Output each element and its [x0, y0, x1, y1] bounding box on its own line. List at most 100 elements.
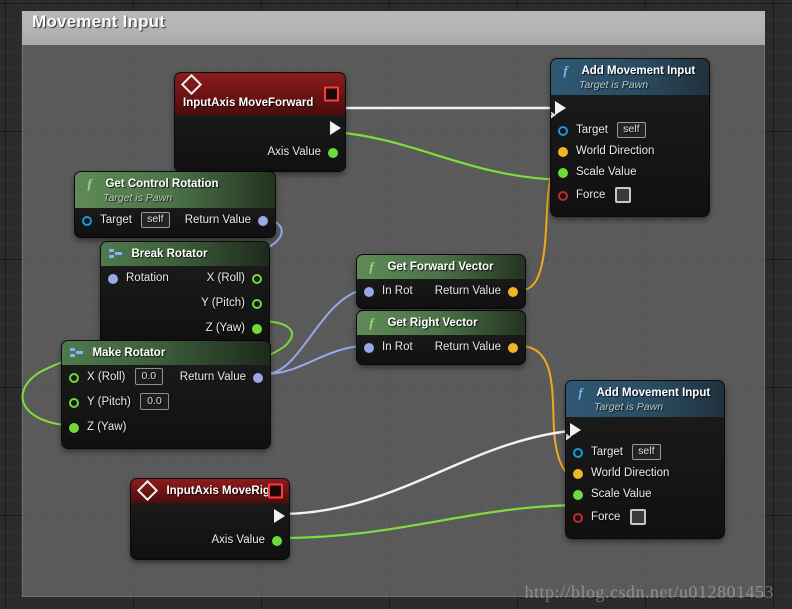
axis-value-out-pin-icon[interactable] [272, 535, 282, 546]
node-title: Get Control Rotation [105, 177, 219, 190]
pin-row-exec-out[interactable] [131, 503, 289, 528]
node-input-axis-move-right[interactable]: InputAxis MoveRight Axis Value [131, 479, 289, 559]
node-subtitle: Target is Pawn [579, 79, 649, 91]
x-roll-value-field[interactable]: 0.0 [134, 368, 164, 386]
node-input-axis-move-forward[interactable]: InputAxis MoveForward Axis Value [175, 73, 345, 171]
z-yaw-in-pin-icon[interactable] [69, 422, 79, 433]
return-value-out-pin-icon[interactable] [253, 372, 263, 383]
pin-row-exec[interactable] [551, 95, 709, 120]
return-value-out-pin-icon[interactable] [508, 342, 518, 353]
node-get-forward-vector[interactable]: f Get Forward Vector In Rot Return Value [357, 255, 525, 308]
node-title: Add Movement Input [596, 386, 711, 399]
pin-row-target[interactable]: Target self [566, 442, 724, 463]
pin-row-zyaw[interactable]: Z (Yaw) [101, 316, 269, 341]
node-body: Target self World Direction Scale Value … [566, 417, 724, 538]
node-add-movement-input-top[interactable]: f Add Movement Input Target is Pawn Targ… [551, 59, 709, 216]
force-in-pin-icon[interactable] [558, 190, 568, 201]
node-header[interactable]: f Get Control Rotation Target is Pawn [75, 172, 275, 208]
pin-row-ypitch[interactable]: Y (Pitch) 0.0 [62, 390, 270, 415]
z-yaw-out-pin-icon[interactable] [252, 323, 262, 334]
exec-out-pin-icon[interactable] [330, 120, 341, 135]
pin-row-world-direction[interactable]: World Direction [566, 463, 724, 484]
node-header[interactable]: Make Rotator [62, 341, 270, 365]
pin-row-scale-value[interactable]: Scale Value [566, 484, 724, 505]
pin-row-rotation-xroll[interactable]: Rotation X (Roll) [101, 266, 269, 291]
event-stop-icon[interactable] [268, 483, 283, 499]
pin-row-target-return[interactable]: Target self Return Value [75, 208, 275, 233]
pin-row-force[interactable]: Force [566, 505, 724, 530]
node-title: InputAxis MoveRight [166, 484, 281, 497]
pin-row-scale-value[interactable]: Scale Value [551, 162, 709, 183]
comment-title: Movement Input [32, 12, 166, 31]
pin-label-target: Target [576, 124, 608, 136]
pin-row-inrot-return[interactable]: In Rot Return Value [357, 335, 525, 360]
target-self-value[interactable]: self [632, 443, 661, 460]
x-roll-out-pin-icon[interactable] [252, 273, 262, 284]
event-stop-icon[interactable] [324, 86, 339, 102]
exec-in-pin-icon[interactable] [570, 422, 581, 437]
node-add-movement-input-bottom[interactable]: f Add Movement Input Target is Pawn Targ… [566, 381, 724, 538]
pin-row-inrot-return[interactable]: In Rot Return Value [357, 279, 525, 304]
return-value-out-pin-icon[interactable] [258, 215, 268, 226]
pin-row-exec[interactable] [566, 417, 724, 442]
blueprint-graph-canvas[interactable]: Movement Input InputAxis MoveForward Axi… [0, 0, 792, 609]
node-title: Add Movement Input [581, 64, 696, 77]
node-header[interactable]: InputAxis MoveForward [175, 73, 345, 115]
pin-label-return-value: Return Value [184, 214, 251, 226]
target-self-value[interactable]: self [141, 211, 170, 228]
pin-row-axis-value[interactable]: Axis Value [175, 140, 345, 165]
world-direction-in-pin-icon[interactable] [558, 146, 568, 157]
exec-in-pin-icon[interactable] [555, 100, 566, 115]
node-header[interactable]: f Get Right Vector [357, 311, 525, 335]
node-get-control-rotation[interactable]: f Get Control Rotation Target is Pawn Ta… [75, 172, 275, 237]
return-value-out-pin-icon[interactable] [508, 286, 518, 297]
pin-label-x-roll: X (Roll) [87, 371, 126, 383]
node-header[interactable]: InputAxis MoveRight [131, 479, 289, 503]
scale-value-in-pin-icon[interactable] [558, 167, 568, 178]
node-make-rotator[interactable]: Make Rotator X (Roll) 0.0 Return Value Y… [62, 341, 270, 448]
in-rot-in-pin-icon[interactable] [364, 286, 374, 297]
pin-row-target[interactable]: Target self [551, 120, 709, 141]
node-title: Get Right Vector [387, 316, 478, 329]
comment-title-bar[interactable]: Movement Input [22, 11, 765, 45]
exec-out-pin-icon[interactable] [274, 508, 285, 523]
node-header[interactable]: f Get Forward Vector [357, 255, 525, 279]
force-checkbox[interactable] [629, 508, 646, 525]
in-rot-in-pin-icon[interactable] [364, 342, 374, 353]
target-in-pin-icon[interactable] [82, 215, 92, 226]
node-get-right-vector[interactable]: f Get Right Vector In Rot Return Value [357, 311, 525, 364]
pin-row-xroll-return[interactable]: X (Roll) 0.0 Return Value [62, 365, 270, 390]
target-in-pin-icon[interactable] [573, 447, 583, 458]
y-pitch-in-pin-icon[interactable] [69, 397, 79, 408]
node-header[interactable]: f Add Movement Input Target is Pawn [566, 381, 724, 417]
pin-row-zyaw[interactable]: Z (Yaw) [62, 415, 270, 440]
pin-label-return-value: Return Value [179, 371, 246, 383]
rotation-in-pin-icon[interactable] [108, 273, 118, 284]
node-padding [75, 233, 275, 237]
node-padding [357, 304, 525, 308]
node-padding [566, 530, 724, 538]
pin-row-exec-out[interactable] [175, 115, 345, 140]
pin-label-z-yaw: Z (Yaw) [87, 421, 127, 433]
world-direction-in-pin-icon[interactable] [573, 468, 583, 479]
node-body: X (Roll) 0.0 Return Value Y (Pitch) 0.0 … [62, 365, 270, 448]
node-header[interactable]: f Add Movement Input Target is Pawn [551, 59, 709, 95]
pin-row-world-direction[interactable]: World Direction [551, 141, 709, 162]
struct-break-icon [109, 248, 122, 259]
target-self-value[interactable]: self [617, 121, 646, 138]
target-in-pin-icon[interactable] [558, 125, 568, 136]
force-checkbox[interactable] [614, 186, 631, 203]
pin-label-return-value: Return Value [434, 341, 501, 353]
node-break-rotator[interactable]: Break Rotator Rotation X (Roll) Y (Pitch… [101, 242, 269, 347]
node-padding [357, 360, 525, 364]
x-roll-in-pin-icon[interactable] [69, 372, 79, 383]
y-pitch-out-pin-icon[interactable] [252, 298, 262, 309]
force-in-pin-icon[interactable] [573, 512, 583, 523]
axis-value-out-pin-icon[interactable] [328, 147, 338, 158]
pin-row-axis-value[interactable]: Axis Value [131, 528, 289, 553]
y-pitch-value-field[interactable]: 0.0 [140, 393, 169, 411]
pin-row-ypitch[interactable]: Y (Pitch) [101, 291, 269, 316]
node-header[interactable]: Break Rotator [101, 242, 269, 266]
pin-row-force[interactable]: Force [551, 183, 709, 208]
scale-value-in-pin-icon[interactable] [573, 489, 583, 500]
